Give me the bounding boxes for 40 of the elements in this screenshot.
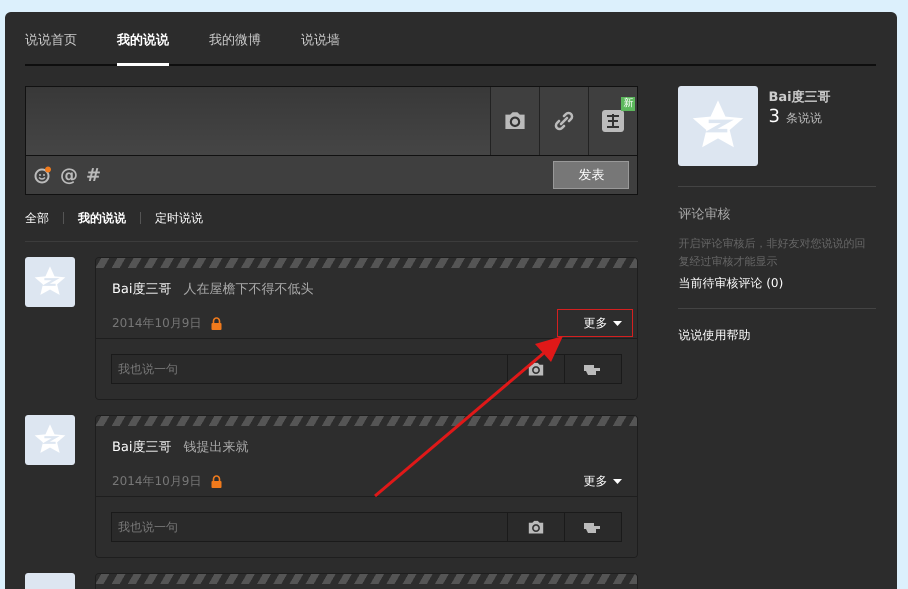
like-button[interactable] bbox=[565, 512, 622, 542]
author-name[interactable]: Bai度三哥 bbox=[112, 438, 172, 456]
post-date: 2014年10月9日 bbox=[112, 314, 202, 332]
profile-name[interactable]: Bai度三哥 bbox=[768, 88, 831, 106]
submit-button[interactable]: 发表 bbox=[553, 161, 630, 189]
like-button[interactable] bbox=[565, 354, 622, 384]
caret-icon bbox=[613, 320, 622, 326]
author-name[interactable]: Bai度三哥 bbox=[112, 280, 172, 298]
help-link[interactable]: 说说使用帮助 bbox=[678, 327, 876, 344]
nav-tab[interactable]: 我的微博 bbox=[209, 12, 261, 66]
more-button[interactable]: 更多 bbox=[557, 309, 634, 337]
nav-tab[interactable]: 说说墙 bbox=[301, 12, 340, 66]
nav-tab[interactable]: 说说首页 bbox=[25, 12, 77, 66]
comment-field[interactable]: 我也说一句 bbox=[111, 354, 508, 384]
nav-tab[interactable]: 我的说说 bbox=[117, 12, 169, 66]
more-button[interactable]: 更多 bbox=[557, 467, 634, 495]
photo-button[interactable] bbox=[508, 512, 566, 542]
emoji-icon[interactable] bbox=[34, 166, 52, 184]
post-input[interactable] bbox=[26, 87, 490, 155]
caret-icon bbox=[613, 478, 622, 484]
new-badge: 新 bbox=[621, 97, 636, 111]
section-description: 开启评论审核后，非好友对您说说的回复经过审核才能显示 bbox=[678, 236, 866, 270]
composer-tool[interactable]: @ bbox=[60, 164, 78, 186]
camera-icon bbox=[503, 111, 528, 131]
camera-icon bbox=[527, 520, 546, 534]
post-text: 人在屋檐下不得不低头 bbox=[184, 281, 314, 298]
filter-tab[interactable]: 定时说说 bbox=[155, 210, 203, 226]
filter-tab[interactable]: 我的说说 bbox=[78, 210, 126, 226]
composer-tool[interactable]: # bbox=[86, 164, 102, 186]
section-title: 评论审核 bbox=[678, 206, 732, 223]
post-text: 钱提出来就 bbox=[184, 439, 248, 456]
comment-field[interactable]: 我也说一句 bbox=[111, 512, 508, 542]
post-count: 3 bbox=[768, 106, 780, 127]
lock-icon bbox=[211, 474, 222, 488]
pending-comments-link[interactable]: 当前待审核评论 (0) bbox=[678, 275, 876, 292]
filter-tab[interactable]: 全部 bbox=[25, 210, 49, 226]
lock-icon bbox=[211, 316, 222, 330]
camera-icon bbox=[527, 362, 546, 376]
post-date: 2014年10月9日 bbox=[112, 472, 202, 490]
post-count-label: 条说说 bbox=[786, 111, 822, 125]
